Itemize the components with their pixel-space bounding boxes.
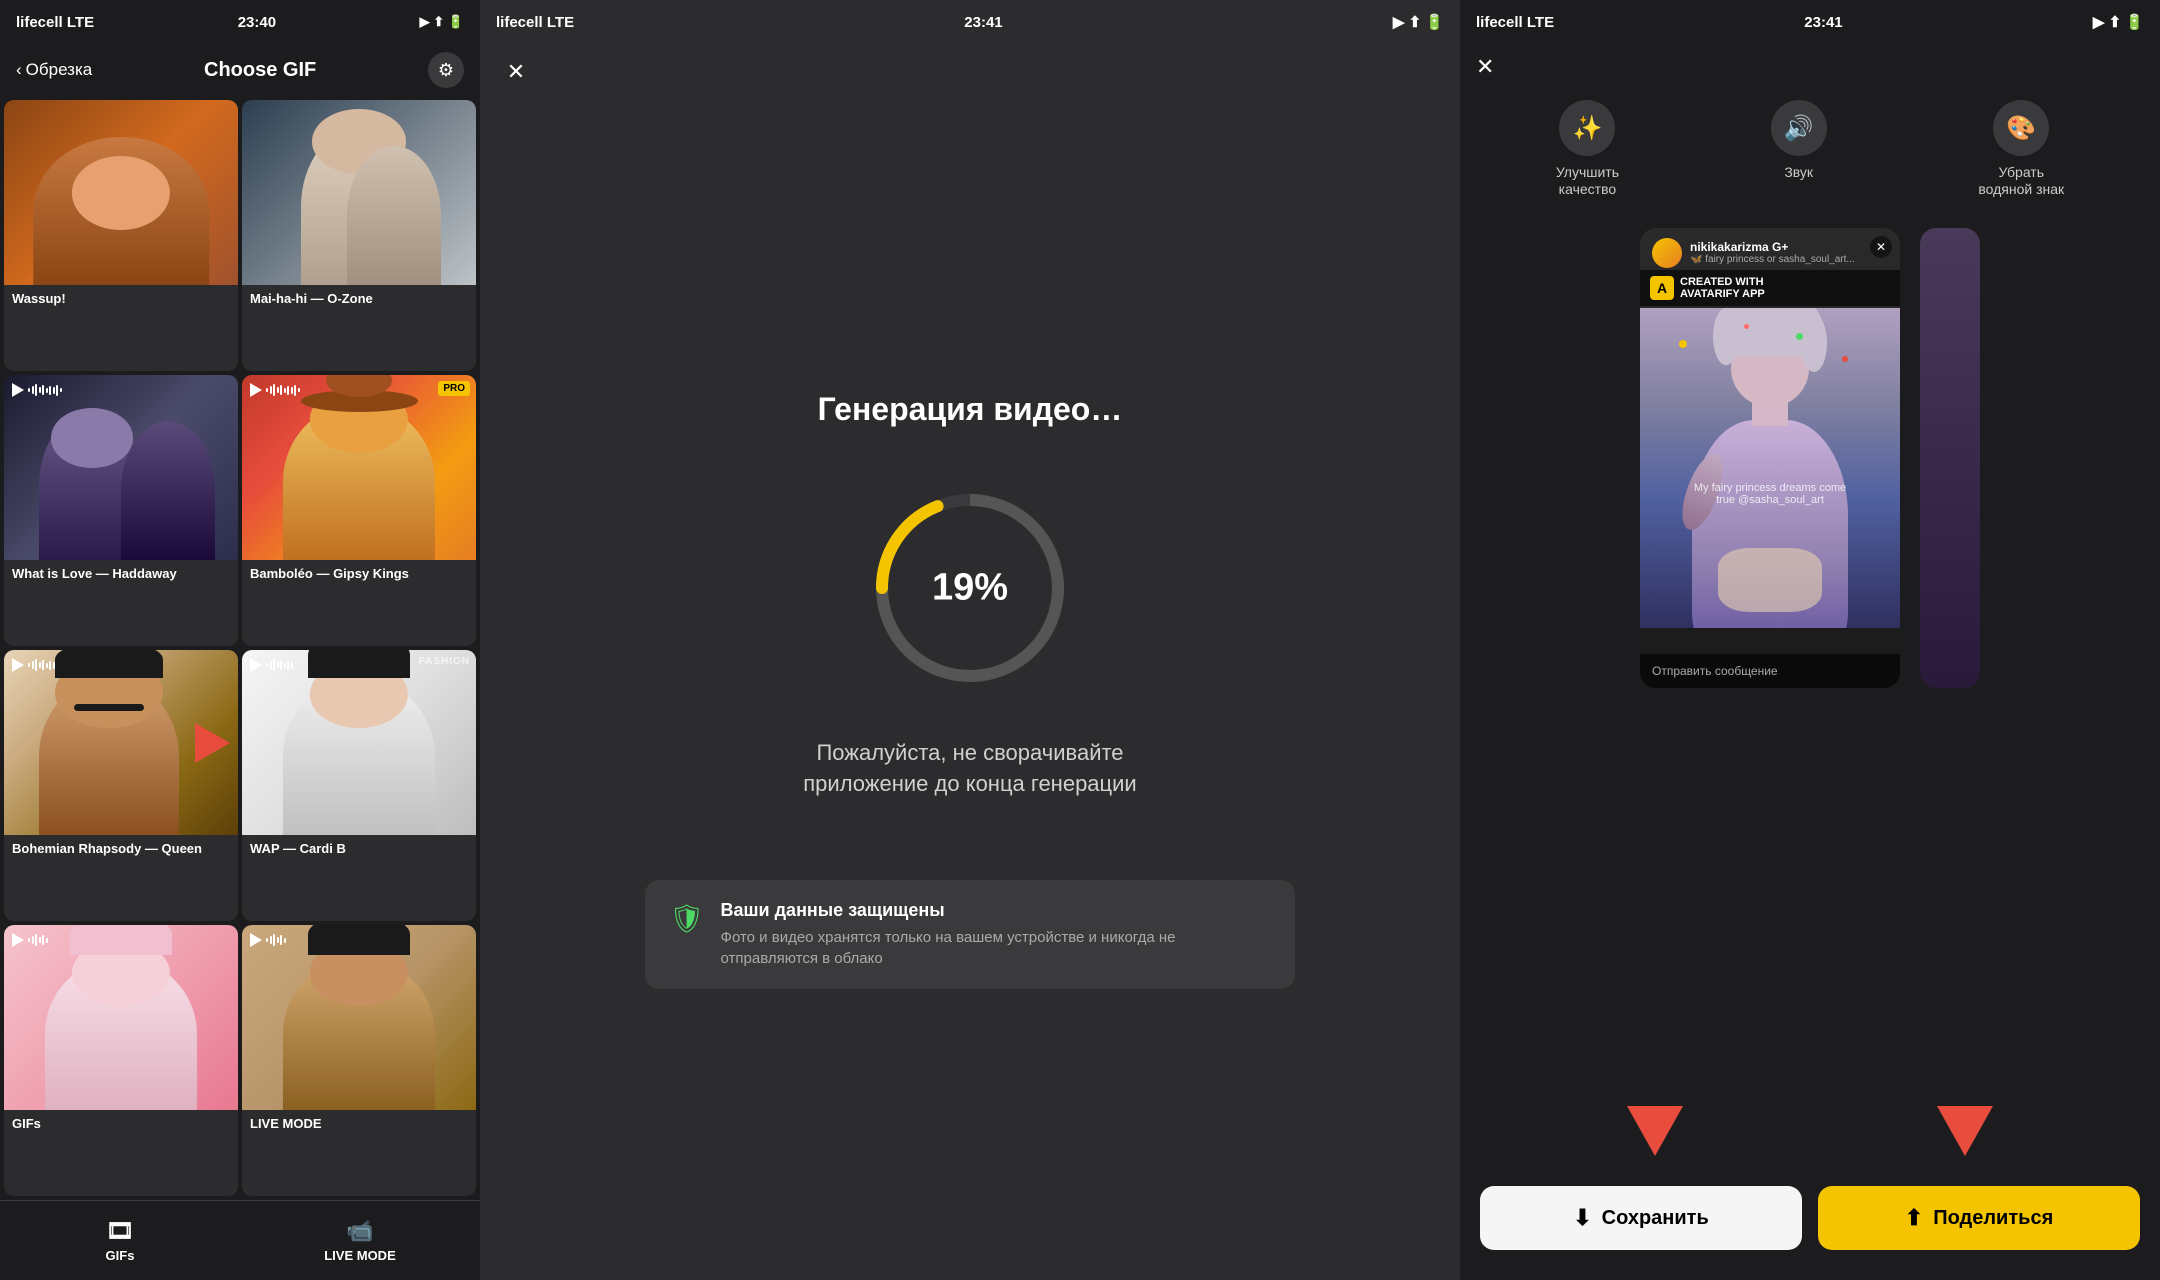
nav-bar-panel1: ‹ Обрезка Choose GIF ⚙ <box>0 44 480 96</box>
security-text: Ваши данные защищены Фото и видео хранят… <box>721 900 1271 969</box>
arrow-down-right <box>1937 1106 1993 1156</box>
status-icons-panel2: ▶ ⬆ 🔋 <box>1393 13 1444 31</box>
carrier-panel3: lifecell LTE <box>1476 14 1554 31</box>
gif-label-live-item: LIVE MODE <box>242 1110 476 1141</box>
gif-label-mai: Mai-ha-hi — O-Zone <box>242 285 476 316</box>
close-button-panel2[interactable]: ✕ <box>496 52 536 92</box>
gifs-tab-icon: 🎞 <box>106 1218 134 1244</box>
enhance-label: Улучшитькачество <box>1556 164 1619 198</box>
video-bottom-text: My fairy princess dreams cometrue @sasha… <box>1648 482 1892 506</box>
watermark-text: CREATED WITHAVATARIFY APP <box>1680 276 1765 300</box>
gifs-tab-label: GIFs <box>106 1248 135 1263</box>
toolbar-sound[interactable]: 🔊 Звук <box>1771 100 1827 198</box>
gif-label-bamboleo: Bamboléo — Gipsy Kings <box>242 560 476 591</box>
send-message-button[interactable]: Отправить сообщение <box>1652 664 1888 678</box>
generation-content: Генерация видео… 19% Пожалуйста, не свор… <box>480 100 1460 1280</box>
video-person: My fairy princess dreams cometrue @sasha… <box>1640 308 1900 628</box>
status-icons-panel3: ▶ ⬆ 🔋 <box>2093 13 2144 31</box>
gif-label-wassup: Wassup! <box>4 285 238 316</box>
close-button-panel3[interactable]: ✕ <box>1460 44 2160 90</box>
status-bar-panel2: lifecell LTE 23:41 ▶ ⬆ 🔋 <box>480 0 1460 44</box>
pro-badge: PRO <box>438 381 470 396</box>
arrow-down-left <box>1627 1106 1683 1156</box>
toolbar-watermark[interactable]: 🎨 Убратьводяной знак <box>1978 100 2064 198</box>
avatar <box>1652 238 1682 268</box>
tab-gifs[interactable]: 🎞 GIFs <box>0 1201 240 1280</box>
watermark-icon: 🎨 <box>1993 100 2049 156</box>
share-button[interactable]: ⬆ Поделиться <box>1818 1186 2140 1250</box>
save-icon: ⬇ <box>1573 1205 1591 1231</box>
shield-icon: 🛡 <box>669 902 705 935</box>
toolbar: ✨ Улучшитькачество 🔊 Звук 🎨 Убратьводяно… <box>1460 90 2160 218</box>
panel-choose-gif: lifecell LTE 23:40 ▶ ⬆ 🔋 ‹ Обрезка Choos… <box>0 0 480 1280</box>
gif-item-bamboleo[interactable]: PRO Bamboléo — Gipsy Kings <box>242 375 476 646</box>
fashion-badge: FASHION <box>419 656 470 667</box>
page-title: Choose GIF <box>204 59 316 82</box>
gif-item-live[interactable]: LIVE MODE <box>242 925 476 1196</box>
share-icon: ⬆ <box>1905 1205 1923 1231</box>
gif-label-bohemian: Bohemian Rhapsody — Queen <box>4 835 238 866</box>
save-button[interactable]: ⬇ Сохранить <box>1480 1186 1802 1250</box>
video-close-icon[interactable]: ✕ <box>1870 236 1892 258</box>
progress-circle: 19% <box>870 488 1070 688</box>
carrier-panel1: lifecell LTE <box>16 14 94 31</box>
time-panel2: 23:41 <box>964 14 1002 31</box>
live-tab-label: LIVE MODE <box>324 1248 396 1263</box>
bottom-tabs: 🎞 GIFs 📹 LIVE MODE <box>0 1200 480 1280</box>
watermark-label: Убратьводяной знак <box>1978 164 2064 198</box>
settings-button[interactable]: ⚙ <box>428 52 464 88</box>
security-title: Ваши данные защищены <box>721 900 1271 921</box>
security-box: 🛡 Ваши данные защищены Фото и видео хран… <box>645 880 1295 989</box>
action-buttons: ⬇ Сохранить ⬆ Поделиться <box>1460 1166 2160 1280</box>
video-preview-area: nikikakarizma G+ 🦋 fairy princess or sas… <box>1460 218 2160 1096</box>
time-panel1: 23:40 <box>238 14 276 31</box>
video-username: nikikakarizma G+ <box>1690 240 1855 254</box>
sound-label: Звук <box>1784 164 1813 181</box>
video-card-partial <box>1920 228 1980 688</box>
gif-item-wap[interactable]: FASHION WAP — Cardi B <box>242 650 476 921</box>
panel-generation: lifecell LTE 23:41 ▶ ⬆ 🔋 ✕ Генерация вид… <box>480 0 1460 1280</box>
share-label: Поделиться <box>1933 1207 2053 1230</box>
arrow-indicator <box>195 723 230 763</box>
enhance-icon: ✨ <box>1559 100 1615 156</box>
watermark-bar: A CREATED WITHAVATARIFY APP <box>1640 270 1900 306</box>
video-footer: Отправить сообщение <box>1640 654 1900 688</box>
nav-back-button[interactable]: ‹ Обрезка <box>16 60 92 80</box>
video-card-main: nikikakarizma G+ 🦋 fairy princess or sas… <box>1640 228 1900 688</box>
gif-item-wassup[interactable]: Wassup! <box>4 100 238 371</box>
gif-label-gifs-item: GIFs <box>4 1110 238 1141</box>
avatarify-logo: A <box>1650 276 1674 300</box>
live-tab-icon: 📹 <box>346 1218 373 1244</box>
nav-back-label: Обрезка <box>26 60 93 80</box>
sound-icon: 🔊 <box>1771 100 1827 156</box>
gif-item-whatlove[interactable]: What is Love — Haddaway <box>4 375 238 646</box>
generation-title: Генерация видео… <box>818 391 1123 428</box>
status-bar-panel3: lifecell LTE 23:41 ▶ ⬆ 🔋 <box>1460 0 2160 44</box>
arrows-row <box>1460 1096 2160 1166</box>
gif-grid: Wassup! Mai-ha-hi — O-Zone <box>0 96 480 1200</box>
toolbar-enhance[interactable]: ✨ Улучшитькачество <box>1556 100 1619 198</box>
gif-label-whatlove: What is Love — Haddaway <box>4 560 238 591</box>
security-description: Фото и видео хранятся только на вашем ус… <box>721 927 1271 969</box>
gif-item-mai[interactable]: Mai-ha-hi — O-Zone <box>242 100 476 371</box>
status-icons-panel1: ▶ ⬆ 🔋 <box>420 14 464 30</box>
chevron-left-icon: ‹ <box>16 60 22 80</box>
gif-label-wap: WAP — Cardi B <box>242 835 476 866</box>
save-label: Сохранить <box>1602 1207 1709 1230</box>
video-user-info: nikikakarizma G+ 🦋 fairy princess or sas… <box>1690 240 1855 265</box>
gif-item-gifs[interactable]: GIFs <box>4 925 238 1196</box>
progress-percentage: 19% <box>932 567 1008 610</box>
tab-live[interactable]: 📹 LIVE MODE <box>240 1201 480 1280</box>
time-panel3: 23:41 <box>1804 14 1842 31</box>
video-user-subtitle: 🦋 fairy princess or sasha_soul_art... <box>1690 254 1855 265</box>
generation-subtitle: Пожалуйста, не сворачивайтеприложение до… <box>803 738 1136 800</box>
carrier-panel2: lifecell LTE <box>496 14 574 31</box>
panel-result: lifecell LTE 23:41 ▶ ⬆ 🔋 ✕ ✨ Улучшитькач… <box>1460 0 2160 1280</box>
gif-item-bohemian[interactable]: Bohemian Rhapsody — Queen <box>4 650 238 921</box>
status-bar-panel1: lifecell LTE 23:40 ▶ ⬆ 🔋 <box>0 0 480 44</box>
